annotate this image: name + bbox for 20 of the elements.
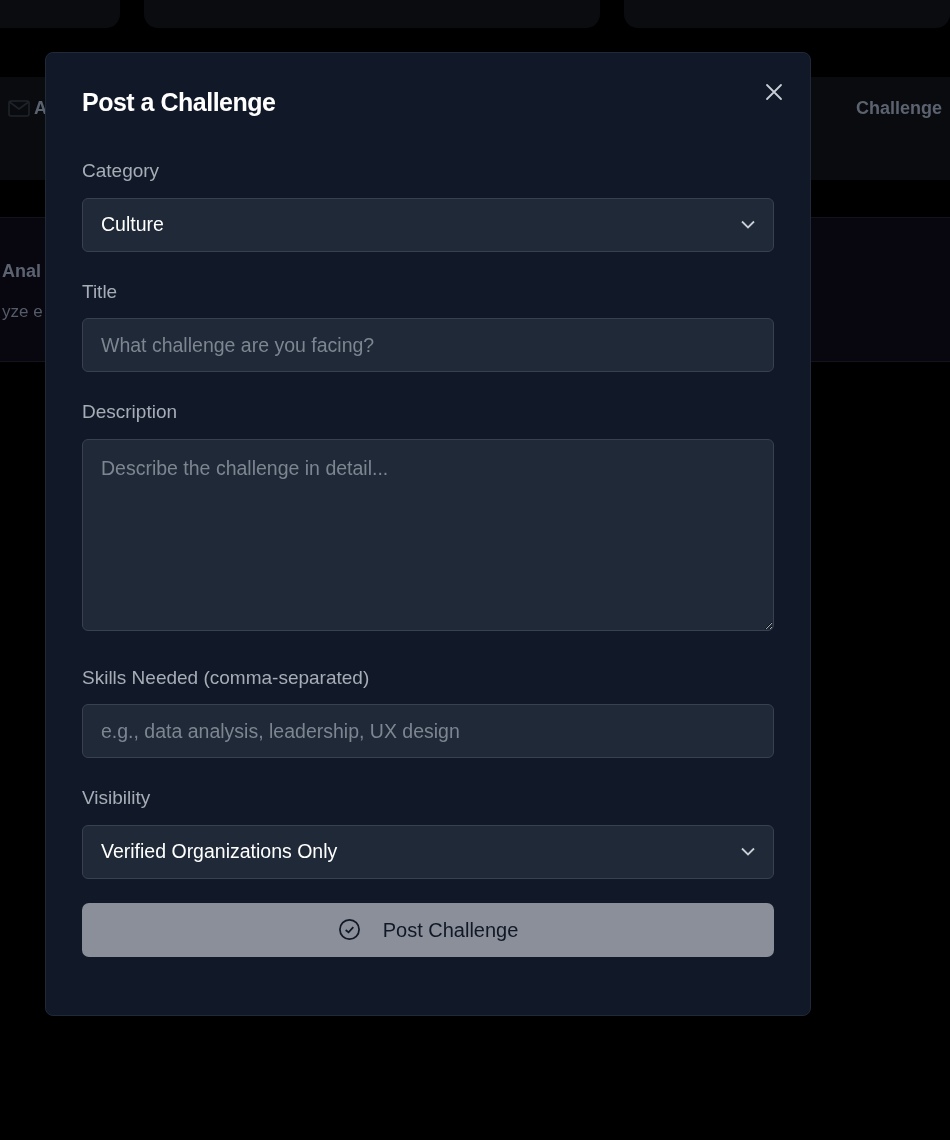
field-label: Visibility	[82, 786, 152, 810]
mail-icon	[8, 100, 30, 117]
input-field[interactable]: What challenge are you facing?	[82, 318, 774, 372]
tab-label[interactable]: A	[34, 95, 47, 122]
chevron-down-icon	[741, 847, 755, 856]
check-circle-icon	[337, 918, 361, 941]
panel-text: yze e	[2, 301, 44, 323]
panel-title: Anal	[2, 260, 42, 283]
field-label: Title	[82, 279, 119, 304]
select-field[interactable]: Culture	[82, 197, 774, 252]
chevron-down-icon	[741, 220, 755, 229]
field-label: Description	[82, 400, 179, 424]
tab-label[interactable]: Challenge	[855, 95, 942, 122]
field-label: Skills Needed (comma-separated)	[82, 665, 371, 690]
input-field[interactable]: e.g., data analysis, leadership, UX design	[82, 704, 774, 758]
textarea-field[interactable]: Describe the challenge in detail...	[82, 438, 774, 631]
field-label: Category	[82, 159, 161, 183]
dialog-title: Post a Challenge	[82, 87, 277, 117]
select-field[interactable]: Verified Organizations Only	[82, 824, 774, 879]
close-icon	[764, 81, 784, 102]
